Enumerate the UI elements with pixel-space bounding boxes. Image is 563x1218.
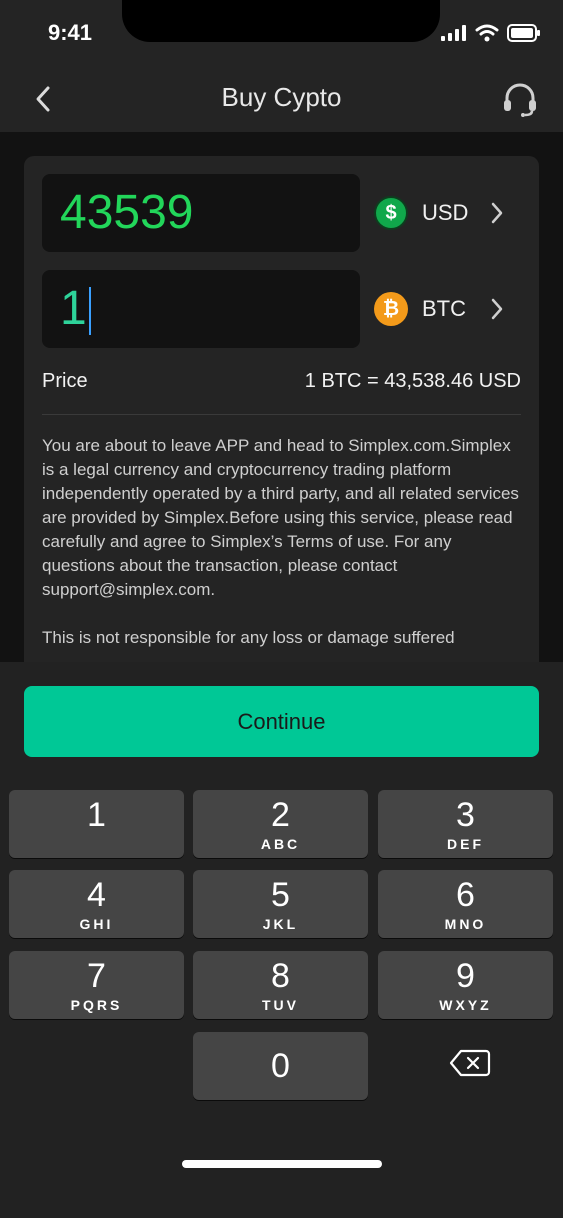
btc-amount-value: 1	[60, 282, 87, 335]
key-letters: DEF	[447, 836, 484, 852]
disclaimer-paragraph: This is not responsible for any loss or …	[42, 628, 455, 647]
btc-currency-label: BTC	[422, 296, 466, 321]
key-letters: ABC	[260, 836, 301, 852]
btc-currency-selector[interactable]: ₿ BTC	[374, 289, 524, 329]
keypad-key-5[interactable]: 5 JKL	[193, 870, 368, 938]
key-digit: 9	[456, 957, 475, 995]
price-row: Price 1 BTC = 43,538.46 USD	[42, 370, 521, 400]
usd-currency-selector[interactable]: $ USD	[374, 193, 524, 233]
chevron-right-icon	[491, 298, 503, 320]
page-title: Buy Cypto	[221, 82, 342, 112]
key-digit: 0	[271, 1047, 290, 1085]
continue-button[interactable]: Continue	[24, 686, 539, 757]
wifi-icon	[475, 24, 499, 42]
divider	[42, 414, 521, 415]
keypad-key-4[interactable]: 4 GHI	[9, 870, 184, 938]
keypad-key-8[interactable]: 8 TUV	[193, 951, 368, 1019]
keypad-key-0[interactable]: 0	[193, 1032, 368, 1100]
home-indicator[interactable]	[182, 1160, 382, 1168]
dollar-coin-icon: $	[374, 196, 408, 230]
key-digit: 4	[87, 876, 106, 914]
usd-currency-label: USD	[422, 200, 469, 225]
key-letters: JKL	[262, 916, 299, 932]
usd-amount-value: 43539	[60, 186, 194, 239]
keypad-key-1[interactable]: 1	[9, 790, 184, 858]
cellular-signal-icon	[441, 25, 466, 41]
bottom-panel: Continue 1 2 ABC 3 DEF 4 GHI 5 JKL 6 MNO…	[0, 662, 563, 1218]
status-time: 9:41	[48, 20, 93, 45]
key-letters: PQRS	[70, 997, 123, 1013]
usd-amount-input[interactable]: 43539	[42, 174, 360, 252]
bitcoin-coin-icon: ₿	[374, 292, 408, 326]
backspace-icon[interactable]	[449, 1048, 491, 1078]
keypad-key-3[interactable]: 3 DEF	[378, 790, 553, 858]
key-digit: 8	[271, 957, 290, 995]
top-bar: 9:41 Buy Cypto	[0, 0, 563, 132]
price-label: Price	[42, 370, 88, 392]
key-letters: TUV	[262, 997, 299, 1013]
btc-amount-input[interactable]: 1	[42, 270, 360, 348]
status-icons	[441, 24, 541, 42]
key-digit: 7	[87, 957, 106, 995]
headset-support-icon[interactable]	[501, 80, 539, 118]
disclaimer-paragraph: You are about to leave APP and head to S…	[42, 436, 519, 599]
key-letters: MNO	[444, 916, 487, 932]
text-cursor	[88, 287, 91, 336]
keypad-key-7[interactable]: 7 PQRS	[9, 951, 184, 1019]
key-digit: 5	[271, 876, 290, 914]
key-digit: 1	[87, 796, 106, 834]
device-notch	[122, 0, 440, 42]
keypad-key-2[interactable]: 2 ABC	[193, 790, 368, 858]
key-digit: 2	[271, 796, 290, 834]
price-value: 1 BTC = 43,538.46 USD	[304, 370, 521, 392]
disclaimer-text: You are about to leave APP and head to S…	[42, 434, 521, 674]
chevron-right-icon	[491, 202, 503, 224]
purchase-card: 43539 $ USD 1 ₿ BTC Price 1 BTC = 43,538…	[24, 156, 539, 676]
battery-icon	[507, 24, 540, 42]
key-digit: 3	[456, 796, 475, 834]
key-letters: GHI	[79, 916, 114, 932]
keypad-key-9[interactable]: 9 WXYZ	[378, 951, 553, 1019]
key-letters: WXYZ	[439, 997, 492, 1013]
key-digit: 6	[456, 876, 475, 914]
keypad-key-6[interactable]: 6 MNO	[378, 870, 553, 938]
